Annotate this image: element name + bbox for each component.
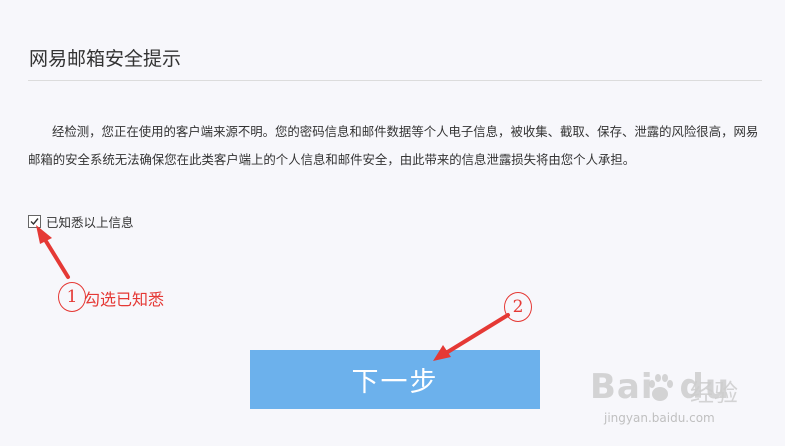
dialog-title: 网易邮箱安全提示 — [29, 48, 182, 70]
paw-icon — [649, 374, 673, 401]
acknowledge-checkbox-row[interactable]: 已知悉以上信息 — [28, 212, 134, 231]
checkmark-icon — [30, 218, 39, 226]
acknowledge-checkbox[interactable] — [28, 215, 41, 228]
annotation-step1-text: 勾选已知悉 — [84, 290, 165, 309]
warning-message: 经检测，您正在使用的客户端来源不明。您的密码信息和邮件数据等个人电子信息，被收集… — [28, 124, 759, 167]
baidu-watermark: Bai du 经验 jingyan.baidu.com — [590, 367, 740, 437]
watermark-brand-cn: 经验 — [690, 379, 738, 407]
watermark-url: jingyan.baidu.com — [604, 411, 715, 425]
annotation-step2-badge: 2 — [504, 292, 532, 322]
title-divider — [28, 80, 762, 81]
next-step-button[interactable]: 下一步 — [250, 350, 540, 409]
annotation-step1-badge: 1 — [58, 282, 86, 312]
acknowledge-label: 已知悉以上信息 — [46, 215, 134, 230]
